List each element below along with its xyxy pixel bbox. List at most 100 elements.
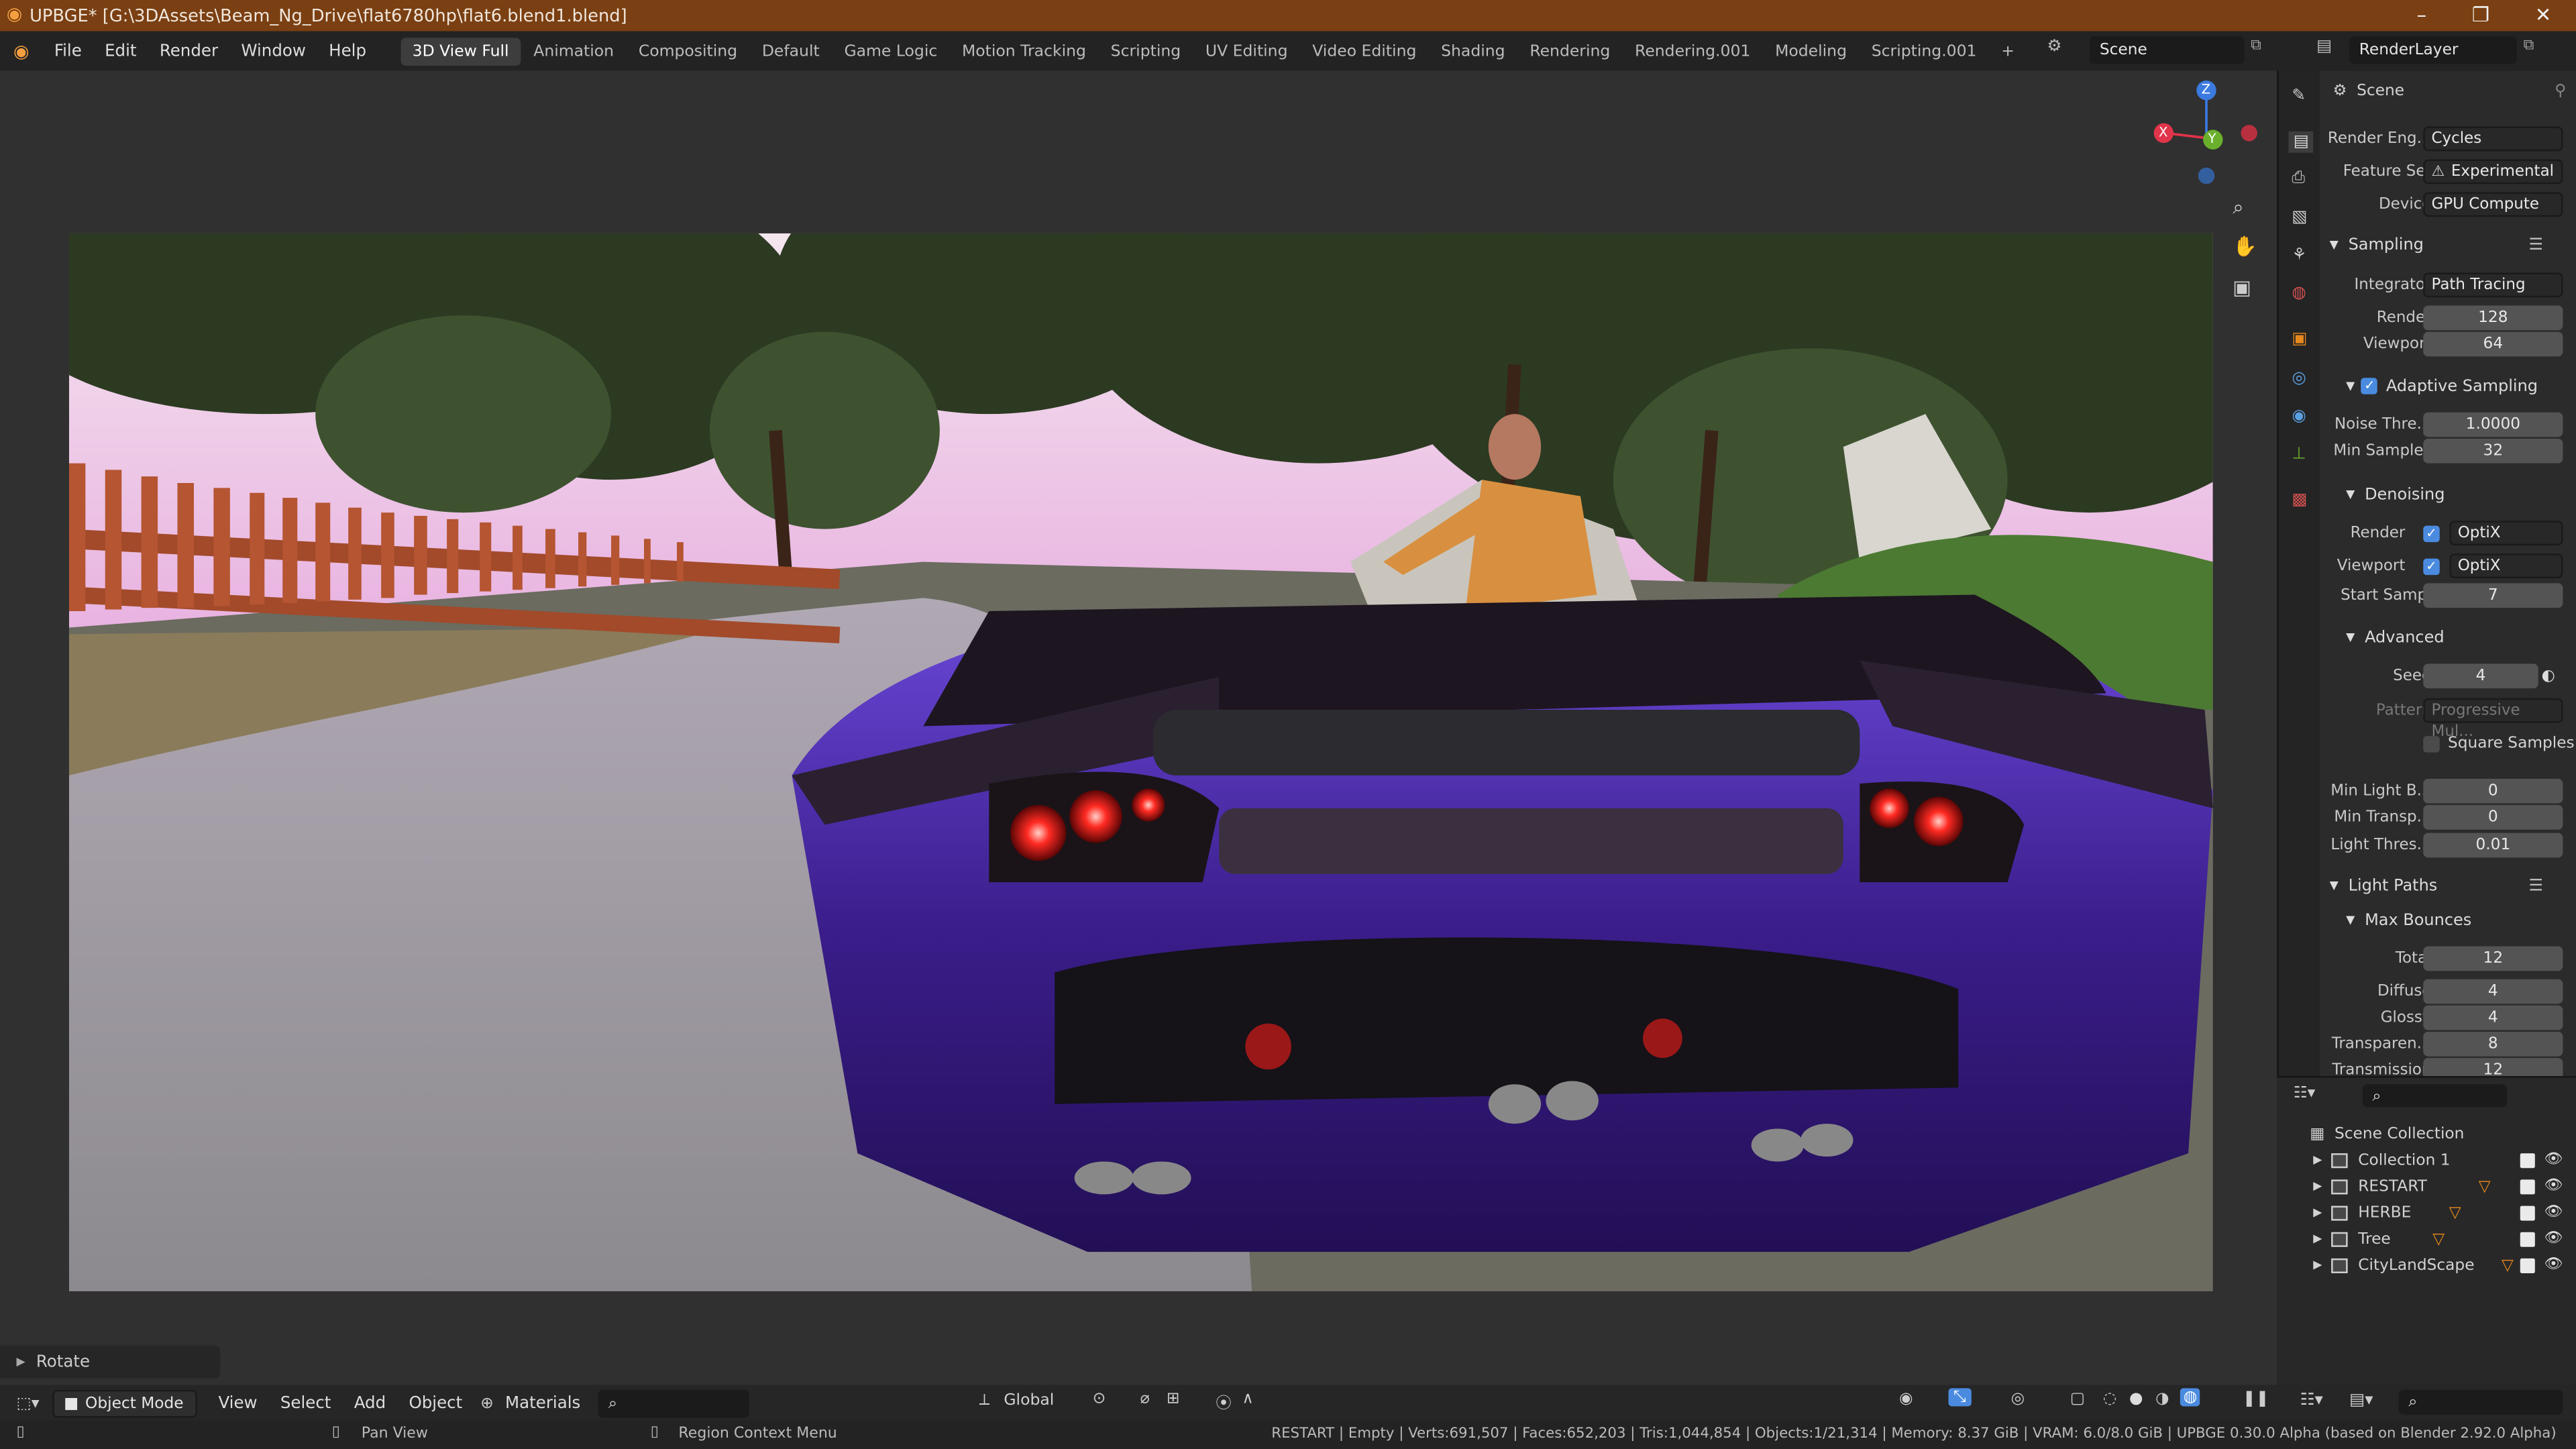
add-menu[interactable]: Add [343,1394,398,1412]
noise-threshold-field[interactable]: 1.0000 [2423,412,2563,437]
eye-icon[interactable]: 👁 [2544,1256,2563,1273]
menu-file[interactable]: File [43,42,93,60]
tool-tab-icon[interactable]: ✎ [2292,87,2306,105]
outliner-row-collection-1[interactable]: ▶ Collection 1 👁 [2277,1146,2576,1173]
seed-field[interactable]: 4 [2423,663,2538,689]
snap-icon[interactable]: ⌀ [1140,1390,1150,1408]
constraint-tab-icon[interactable]: ⊥ [2292,445,2306,464]
exclude-checkbox[interactable] [2520,1179,2535,1194]
glossy-bounces-field[interactable]: 4 [2423,1005,2563,1030]
exclude-checkbox[interactable] [2520,1205,2535,1220]
object-tab-icon[interactable]: ▣ [2292,330,2307,348]
modifier-tab-icon[interactable]: ◎ [2292,370,2306,388]
minimize-button[interactable]: – [2396,0,2448,32]
tab-video-editing[interactable]: Video Editing [1301,37,1428,65]
exclude-checkbox[interactable] [2520,1257,2535,1273]
tab-motion-tracking[interactable]: Motion Tracking [951,37,1097,65]
gizmo-toggle-icon[interactable]: ⤡ [1948,1388,1972,1407]
outliner-editor-icon[interactable]: ☷▾ [2294,1084,2316,1102]
proportional-edit-icon[interactable]: ⦿ [1216,1390,1231,1413]
integrator-dropdown[interactable]: Path Tracing [2423,272,2563,298]
light-threshold-field[interactable]: 0.01 [2423,833,2563,858]
last-operator-panel[interactable]: ▶ Rotate [0,1345,221,1379]
menu-edit[interactable]: Edit [93,42,148,60]
physics-tab-icon[interactable]: ◉ [2292,407,2306,425]
outliner-row-citylandscape[interactable]: ▶ CityLandScape ▽ 👁 [2277,1252,2576,1278]
scene-selector[interactable]: Scene [2090,36,2245,64]
xray-icon[interactable]: ▢ [2070,1390,2085,1408]
materials-dropdown[interactable]: Materials [494,1394,592,1412]
gizmo-x-label[interactable]: X [2159,125,2167,140]
device-dropdown[interactable]: GPU Compute [2423,192,2563,217]
new-layer-icon[interactable]: ⧉ [2524,38,2534,54]
object-menu[interactable]: Object [397,1394,474,1412]
visibility-icon[interactable]: ◉ [1899,1390,1913,1408]
tab-scripting-001[interactable]: Scripting.001 [1860,37,1988,65]
3d-viewport[interactable]: Z X Y ⌕ ✋ ▣ ▶ Rotate [0,70,2277,1385]
diffuse-bounces-field[interactable]: 4 [2423,979,2563,1004]
light-paths-section[interactable]: ▼ Light Paths ☰ [2320,869,2576,902]
outliner-row-restart[interactable]: ▶ RESTART ▽ 👁 [2277,1173,2576,1199]
advanced-section[interactable]: ▼ Advanced [2320,621,2576,654]
exclude-checkbox[interactable] [2520,1231,2535,1246]
presets-icon[interactable]: ☰ [2529,877,2544,895]
outliner-filter-search[interactable]: ⌕ [2398,1389,2563,1415]
world-tab-icon[interactable]: ◍ [2292,284,2306,303]
random-seed-icon[interactable]: ◐ [2542,667,2555,685]
tab-rendering[interactable]: Rendering [1518,37,1621,65]
wireframe-shading-icon[interactable]: ◌ [2103,1390,2117,1408]
editor-type-icon[interactable]: ⬚▾ [16,1394,39,1412]
pan-hand-icon[interactable]: ✋ [2233,235,2257,258]
viewport-samples-field[interactable]: 64 [2423,331,2563,357]
eye-icon[interactable]: 👁 [2544,1152,2563,1168]
view-menu[interactable]: View [207,1394,268,1412]
start-sample-field[interactable]: 7 [2423,583,2563,608]
close-button[interactable]: ✕ [2517,0,2569,32]
output-tab-icon[interactable]: ⎙ [2292,169,2305,187]
view-layer-tab-icon[interactable]: ▧ [2292,209,2307,227]
tab-rendering-001[interactable]: Rendering.001 [1623,37,1762,65]
outliner-row-herbe[interactable]: ▶ HERBE ▽ 👁 [2277,1199,2576,1226]
pin-icon[interactable]: ⚲ [2555,81,2566,99]
sampling-section[interactable]: ▼ Sampling ☰ [2320,228,2576,261]
pivot-icon[interactable]: ⊙ [1093,1390,1106,1408]
scene-collection-row[interactable]: ▦ Scene Collection [2277,1120,2576,1146]
mode-selector[interactable]: ■ Object Mode [52,1389,197,1417]
editor-type-icon[interactable]: ☷▾ [2300,1391,2323,1409]
tab-uv-editing[interactable]: UV Editing [1194,37,1299,65]
min-samples-field[interactable]: 32 [2423,438,2563,464]
total-bounces-field[interactable]: 12 [2423,946,2563,971]
gizmo-z-label[interactable]: Z [2202,82,2210,97]
tab-compositing[interactable]: Compositing [627,37,749,65]
min-light-bounces-field[interactable]: 0 [2423,778,2563,804]
pause-render-icon[interactable]: ❚❚ [2243,1390,2269,1408]
tab-game-logic[interactable]: Game Logic [833,37,949,65]
eye-icon[interactable]: 👁 [2544,1230,2563,1246]
new-scene-icon[interactable]: ⧉ [2251,38,2261,54]
denoise-viewport-dropdown[interactable]: OptiX [2449,553,2563,579]
blender-menu-icon[interactable]: ◉ [0,40,43,62]
select-menu[interactable]: Select [269,1394,343,1412]
orientation-dropdown[interactable]: Global [1004,1391,1054,1409]
rendered-shading-icon[interactable]: ◍ [2180,1388,2201,1407]
falloff-icon[interactable]: ∧ [1242,1390,1253,1408]
scene-tab-icon[interactable]: ⚘ [2292,246,2306,264]
overlay-icon[interactable]: ◎ [2011,1390,2025,1408]
transparent-bounces-field[interactable]: 8 [2423,1031,2563,1057]
min-transparent-field[interactable]: 0 [2423,805,2563,830]
pattern-dropdown[interactable]: Progressive Mul... [2423,698,2563,741]
render-samples-field[interactable]: 128 [2423,305,2563,331]
menu-window[interactable]: Window [229,42,317,60]
render-tab-icon[interactable]: ▤ [2288,131,2314,153]
gizmo-y-label[interactable]: Y [2208,131,2216,146]
camera-view-icon[interactable]: ▣ [2233,276,2251,299]
exclude-checkbox[interactable] [2520,1152,2535,1168]
tab-shading[interactable]: Shading [1430,37,1517,65]
tab-3d-view-full[interactable]: 3D View Full [400,37,521,65]
solid-shading-icon[interactable]: ● [2129,1390,2143,1408]
search-field[interactable]: ⌕ [598,1389,750,1417]
menu-render[interactable]: Render [148,42,229,60]
tab-default[interactable]: Default [751,37,831,65]
denoising-section[interactable]: ▼ Denoising [2320,478,2576,511]
square-samples-checkbox[interactable] [2423,735,2440,752]
